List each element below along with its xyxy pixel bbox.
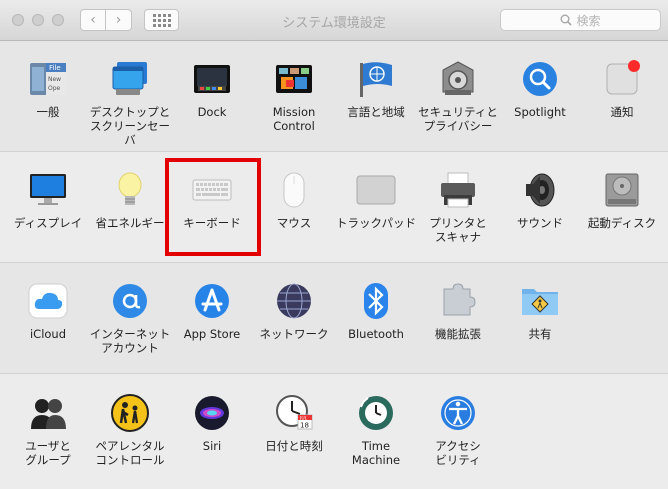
- pref-pane-label: ネットワーク: [259, 327, 329, 341]
- general-icon-file-text: File: [49, 64, 61, 72]
- pref-pane-trackpad[interactable]: トラックパッド: [335, 170, 417, 230]
- notifications-icon: [602, 59, 642, 99]
- bluetooth-icon: [356, 281, 396, 321]
- search-icon: [560, 14, 573, 26]
- app-store-icon: [192, 281, 232, 321]
- pref-pane-timemachine[interactable]: Time Machine: [335, 393, 417, 467]
- pref-pane-sharing[interactable]: 共有: [499, 281, 581, 341]
- pref-pane-label: デスクトップと スクリーンセーバ: [89, 105, 171, 147]
- pref-pane-label: Spotlight: [514, 105, 566, 119]
- pref-pane-printers[interactable]: プリンタと スキャナ: [417, 170, 499, 244]
- pref-pane-label: Dock: [197, 105, 227, 119]
- pref-pane-dock[interactable]: Dock: [171, 59, 253, 119]
- pref-pane-label: ディスプレイ: [13, 216, 83, 230]
- users-groups-icon: [28, 393, 68, 433]
- pref-pane-label: ユーザと グループ: [25, 439, 71, 467]
- time-machine-icon: [356, 393, 396, 433]
- siri-icon: [192, 393, 232, 433]
- sharing-icon: [520, 281, 560, 321]
- pref-pane-mission[interactable]: Mission Control: [253, 59, 335, 133]
- internet-accounts-icon: [110, 281, 150, 321]
- general-icon-new-text: New: [48, 76, 61, 83]
- pref-pane-network[interactable]: ネットワーク: [253, 281, 335, 341]
- icloud-icon: [28, 281, 68, 321]
- accessibility-icon: [438, 393, 478, 433]
- pref-pane-label: 言語と地域: [347, 105, 405, 119]
- search-field[interactable]: 検索: [500, 9, 661, 31]
- pref-pane-label: サウンド: [517, 216, 563, 230]
- pref-pane-datetime[interactable]: JUL 18 日付と時刻: [253, 393, 335, 453]
- sound-icon: [520, 170, 560, 210]
- pref-pane-spotlight[interactable]: Spotlight: [499, 59, 581, 119]
- pref-pane-sound[interactable]: サウンド: [499, 170, 581, 230]
- mouse-icon: [274, 170, 314, 210]
- system-preferences-window: ‹ › システム環境設定 検索 File New Ope 一般 デスクトップと スクリー…: [0, 0, 668, 489]
- pref-pane-users[interactable]: ユーザと グループ: [7, 393, 89, 467]
- pref-pane-icloud[interactable]: iCloud: [7, 281, 89, 341]
- date-time-icon: JUL 18: [274, 393, 314, 433]
- pref-pane-label: セキュリティと プライバシー: [418, 105, 498, 133]
- spotlight-icon: [520, 59, 560, 99]
- pref-pane-extensions[interactable]: 機能拡張: [417, 281, 499, 341]
- pref-pane-label: Bluetooth: [348, 327, 404, 341]
- pref-pane-internet[interactable]: インターネット アカウント: [89, 281, 171, 355]
- pref-pane-startup[interactable]: 起動ディスク: [581, 170, 663, 230]
- title-bar: ‹ › システム環境設定 検索: [0, 0, 668, 41]
- pref-pane-energy[interactable]: 省エネルギー: [89, 170, 171, 230]
- pref-pane-accessibility[interactable]: アクセシ ビリティ: [417, 393, 499, 467]
- pref-pane-label: 起動ディスク: [587, 216, 657, 230]
- pref-pane-language[interactable]: 言語と地域: [335, 59, 417, 119]
- keyboard-highlight-box: [165, 158, 261, 256]
- energy-saver-icon: [110, 170, 150, 210]
- extensions-icon: [438, 281, 478, 321]
- pref-pane-parental[interactable]: ペアレンタル コントロール: [89, 393, 171, 467]
- pref-pane-desktop[interactable]: デスクトップと スクリーンセーバ: [89, 59, 171, 147]
- pref-pane-siri[interactable]: Siri: [171, 393, 253, 453]
- dock-icon: [192, 59, 232, 99]
- printer-icon: [438, 170, 478, 210]
- pref-pane-label: トラックパッド: [336, 216, 416, 230]
- pref-pane-label: マウス: [276, 216, 312, 230]
- pref-pane-label: 共有: [528, 327, 552, 341]
- desktop-screensaver-icon: [110, 59, 150, 99]
- pref-pane-label: iCloud: [29, 327, 67, 341]
- mission-control-icon: [274, 59, 314, 99]
- pref-pane-label: 通知: [610, 105, 634, 119]
- pref-pane-label: ペアレンタル コントロール: [95, 439, 165, 467]
- calendar-day-text: 18: [300, 422, 309, 430]
- pref-pane-bluetooth[interactable]: Bluetooth: [335, 281, 417, 341]
- pref-pane-label: 日付と時刻: [265, 439, 323, 453]
- pref-pane-label: 省エネルギー: [95, 216, 165, 230]
- pref-pane-label: Siri: [202, 439, 222, 453]
- pref-pane-label: アクセシ ビリティ: [435, 439, 481, 467]
- pref-pane-label: 機能拡張: [435, 327, 481, 341]
- pref-pane-label: プリンタと スキャナ: [429, 216, 487, 244]
- pref-pane-label: Mission Control: [272, 105, 316, 133]
- pref-pane-security[interactable]: セキュリティと プライバシー: [417, 59, 499, 133]
- security-privacy-icon: [438, 59, 478, 99]
- display-icon: [28, 170, 68, 210]
- general-icon-open-text: Ope: [48, 85, 61, 92]
- trackpad-icon: [356, 170, 396, 210]
- parental-controls-icon: [110, 393, 150, 433]
- pref-pane-label: 一般: [36, 105, 60, 119]
- language-region-icon: [356, 59, 396, 99]
- search-placeholder: 検索: [576, 13, 601, 28]
- network-icon: [274, 281, 314, 321]
- pref-pane-notifications[interactable]: 通知: [581, 59, 663, 119]
- general-icon: File New Ope: [28, 59, 68, 99]
- pref-pane-general[interactable]: File New Ope 一般: [7, 59, 89, 119]
- pref-pane-displays[interactable]: ディスプレイ: [7, 170, 89, 230]
- pref-pane-appstore[interactable]: App Store: [171, 281, 253, 341]
- pref-pane-label: インターネット アカウント: [89, 327, 171, 355]
- startup-disk-icon: [602, 170, 642, 210]
- pref-pane-label: Time Machine: [351, 439, 401, 467]
- pref-pane-label: App Store: [183, 327, 241, 341]
- pref-pane-mouse[interactable]: マウス: [253, 170, 335, 230]
